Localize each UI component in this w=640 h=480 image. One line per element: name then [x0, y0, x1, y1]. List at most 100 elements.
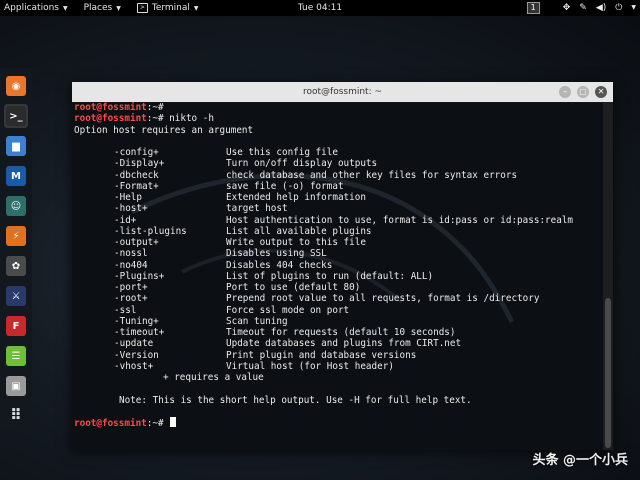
- terminal-icon: >_: [6, 106, 26, 126]
- maximize-button[interactable]: ▢: [577, 86, 589, 98]
- option-description: Disables 404 checks: [226, 259, 333, 271]
- option-line: -output+ Write output to this file: [74, 237, 366, 248]
- option-description: save file (-o) format: [226, 180, 344, 192]
- network-icon[interactable]: ✥: [563, 0, 571, 16]
- burpsuite-icon: ⚡: [6, 226, 26, 246]
- window-title: root@fossmint: ~: [302, 87, 383, 97]
- text-cursor: [170, 417, 176, 427]
- option-flag: -Help: [114, 192, 142, 203]
- volume-icon[interactable]: ◀): [596, 0, 606, 16]
- applications-label: Applications: [4, 3, 59, 13]
- chevron-down-icon[interactable]: ▼: [631, 0, 636, 16]
- error-line: Option host requires an argument: [74, 124, 254, 136]
- option-flag: -dbcheck: [114, 169, 159, 181]
- dock-item[interactable]: F: [4, 314, 28, 338]
- option-flag: -Display+: [114, 158, 165, 170]
- option-flag: -ssl: [114, 304, 137, 316]
- option-line: -Version Print plugin and database versio…: [74, 349, 416, 361]
- maximize-icon: ▢: [579, 87, 587, 96]
- leafpad-icon: ☰: [6, 346, 26, 366]
- dock-item[interactable]: ▣: [4, 374, 28, 398]
- terminal-scrollbar[interactable]: [603, 102, 613, 450]
- dock-item[interactable]: ▆: [4, 134, 28, 158]
- option-description: Update databases and plugins from CIRT.n…: [226, 338, 462, 350]
- command-line: root@fossmint:~# nikto -h: [74, 113, 253, 124]
- close-button[interactable]: ✕: [595, 86, 607, 98]
- option-description: Port to use (default 80): [226, 282, 361, 293]
- dock-item[interactable]: >_: [4, 104, 28, 128]
- places-label: Places: [83, 3, 113, 13]
- pen-tool-icon[interactable]: ✎: [579, 0, 587, 16]
- applications-menu[interactable]: Applications ▼: [0, 0, 72, 16]
- option-flag: -vhost+: [114, 360, 154, 372]
- dock-item[interactable]: ☰: [4, 344, 28, 368]
- dock-item[interactable]: ⚔: [4, 284, 28, 308]
- option-line: -nossl Disables using SSL: [74, 248, 327, 260]
- option-flag: -port+: [114, 282, 148, 293]
- terminal-app-menu[interactable]: > Terminal ▼: [133, 0, 203, 16]
- maltego-icon: ✿: [6, 256, 26, 276]
- files-icon: ▆: [6, 136, 26, 156]
- scrollbar-thumb[interactable]: [605, 298, 611, 448]
- source-watermark: 头条 @一个小兵: [532, 453, 628, 468]
- minimize-icon: –: [563, 87, 567, 96]
- prompt-path: :~#: [146, 113, 164, 125]
- dock-item[interactable]: ⚡: [4, 224, 28, 248]
- requires-line: + requires a value: [74, 372, 264, 383]
- option-flag: -output+: [114, 237, 159, 248]
- option-flag: -id+: [114, 214, 137, 226]
- option-flag: -timeout+: [114, 327, 165, 338]
- option-line: -vhost+ Virtual host (for Host header): [74, 360, 394, 372]
- dock-item[interactable]: ⠿: [4, 403, 28, 427]
- option-flag: -nossl: [114, 248, 148, 260]
- dock-item[interactable]: ☺: [4, 194, 28, 218]
- option-flag: -Format+: [114, 180, 159, 192]
- dock: ◉ >_ ▆ M ☺ ⚡ ✿ ⚔ F ☰ ▣ ⠿: [0, 68, 32, 430]
- clock-label[interactable]: Tue 04:11: [298, 3, 342, 13]
- requires-note: + requires a value: [163, 372, 264, 383]
- option-line: -Plugins+ List of plugins to run (default…: [74, 271, 433, 282]
- option-flag: -config+: [114, 147, 159, 158]
- prompt-user: root@fossmint: [74, 102, 147, 113]
- option-description: Print plugin and database versions: [226, 349, 417, 361]
- places-menu[interactable]: Places ▼: [80, 0, 125, 16]
- options-list: -config+ Use this config file -Display+ Tur…: [74, 147, 573, 372]
- option-description: Write output to this file: [226, 237, 366, 248]
- option-flag: -Version: [114, 349, 159, 361]
- minimize-button[interactable]: –: [559, 86, 571, 98]
- help-line: Note: This is the short help output. Use…: [74, 395, 472, 406]
- option-line: -update Update databases and plugins from…: [74, 338, 461, 350]
- chevron-down-icon: ▼: [116, 4, 121, 12]
- prompt-path: :~#: [146, 102, 164, 113]
- option-flag: -root+: [114, 293, 148, 305]
- window-titlebar[interactable]: root@fossmint: ~ – ▢ ✕: [72, 82, 613, 103]
- option-flag: -Tuning+: [114, 315, 159, 327]
- option-flag: -update: [114, 338, 154, 350]
- option-description: Extended help information: [226, 192, 366, 203]
- armitage-icon: ☺: [6, 196, 26, 216]
- option-description: Scan tuning: [226, 315, 288, 327]
- dock-item[interactable]: ✿: [4, 254, 28, 278]
- dock-item[interactable]: ◉: [4, 74, 28, 98]
- option-line: -Tuning+ Scan tuning: [74, 315, 288, 327]
- option-line: -host+ target host: [74, 203, 288, 214]
- option-description: check database and other key files for s…: [226, 169, 518, 181]
- system-tray: 1 ✥ ✎ ◀) ⏻ ▼: [526, 0, 636, 16]
- terminal-output[interactable]: root@fossmint:~# root@fossmint:~# nikto …: [72, 102, 603, 450]
- power-icon[interactable]: ⏻: [615, 0, 622, 16]
- metasploit-icon: M: [6, 166, 26, 186]
- prompt-line: root@fossmint:~#: [74, 102, 253, 113]
- option-line: -config+ Use this config file: [74, 147, 338, 158]
- option-flag: -list-plugins: [114, 225, 187, 237]
- prompt-user: root@fossmint: [74, 113, 147, 125]
- option-line: -Format+ save file (-o) format: [74, 180, 344, 192]
- close-icon: ✕: [597, 87, 605, 96]
- workspace-indicator[interactable]: 1: [526, 2, 540, 14]
- option-description: Virtual host (for Host header): [226, 360, 394, 372]
- dock-item[interactable]: M: [4, 164, 28, 188]
- option-line: -dbcheck check database and other key fil…: [74, 169, 517, 181]
- option-description: List of plugins to run (default: ALL): [226, 270, 434, 282]
- option-flag: -no404: [114, 259, 148, 271]
